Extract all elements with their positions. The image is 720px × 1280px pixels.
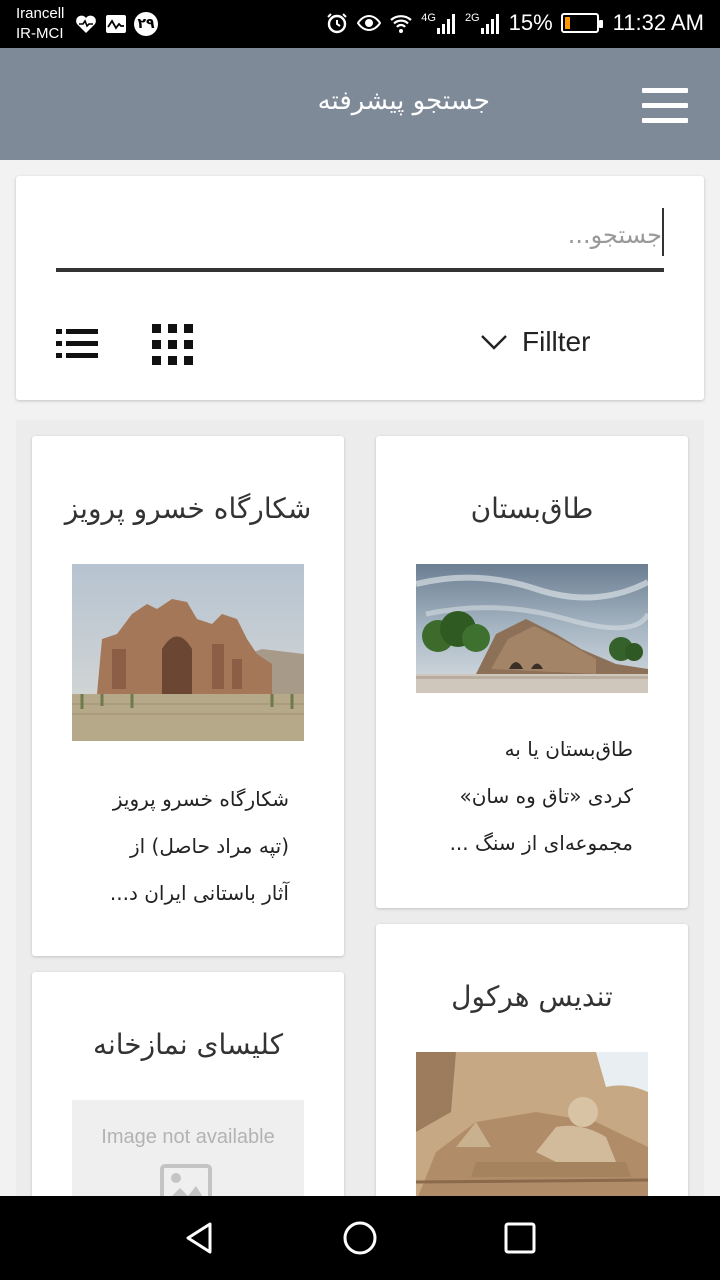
filter-label: Fillter [522,326,591,357]
image-unavailable-text: Image not available [101,1126,275,1148]
filter-dropdown[interactable]: Fillter [480,324,590,360]
signal-2g: 2G [465,12,501,34]
card-description-line: طاق‌بستان یا به [504,737,633,761]
card-description-line: شکارگاه خسرو پرویز [112,787,289,811]
carrier-line-1: Irancell [16,5,65,22]
place-card[interactable]: طاق‌بستان طاق [376,436,688,908]
signal-bars-icon [480,14,499,34]
card-description-line: مجموعه‌ای از سنگ ... [449,831,633,855]
notification-icons: ۲۹ [74,12,158,36]
eye-comfort-icon [357,14,382,32]
clock: 11:32 AM [612,10,704,35]
battery-fill [564,17,570,29]
system-navigation-bar [0,1196,720,1280]
home-icon[interactable] [340,1218,380,1258]
search-input[interactable] [56,202,664,272]
list-view-icon[interactable] [56,328,98,360]
card-title: شکارگاه خسرو پرویز [64,492,312,525]
carrier-line-2: IR-MCI [16,25,64,42]
menu-bar-line [642,103,688,108]
taq-bostan-photo [416,564,648,693]
page-title: جستجو پیشرفته [317,86,490,116]
wifi-icon [390,15,412,33]
card-image [72,564,304,741]
back-icon[interactable] [180,1218,220,1258]
battery-percent: 15% [508,10,553,35]
signal-2g-label: 2G [464,12,480,24]
text-cursor [662,208,664,256]
health-heart-icon [76,15,96,33]
image-placeholder-icon [160,1164,212,1196]
notification-count-badge: ۲۹ [134,12,158,36]
carrier-label: Irancell IR-MCI [16,4,64,44]
status-bar: Irancell IR-MCI ۲۹ 4G 2G 15% 11:32 AM [0,0,720,48]
hamburger-menu-icon[interactable] [642,88,688,124]
results-grid: طاق‌بستان طاق [16,420,704,1196]
recent-apps-icon[interactable] [500,1218,540,1258]
hercules-statue-photo [416,1052,648,1196]
signal-4g-label: 4G [421,12,436,24]
card-description-line: آثار باستانی ایران د... [109,881,289,905]
battery-icon [560,13,603,33]
chevron-down-icon [481,335,507,350]
card-description: شکارگاه خسرو پرویز (تپه مراد حاصل) از آث… [79,776,289,917]
signal-4g: 4G [421,12,457,34]
card-title: تندیس هرکول [451,980,613,1013]
place-card[interactable]: کلیسای نمازخانه Image not available [32,972,344,1196]
khosrow-ruins-photo [72,564,304,741]
search-panel: Fillter [16,176,704,400]
place-card[interactable]: تندیس هرکول [376,924,688,1196]
place-card[interactable]: شکارگاه خسرو پرویز شکارگاه خسرو پرویز (ت… [32,436,344,956]
app-bar: جستجو پیشرفته [0,48,720,160]
card-image [416,1052,648,1196]
alarm-clock-icon [327,13,347,34]
activity-icon [106,15,126,33]
menu-bar-line [642,118,688,123]
card-description-line: (تپه مراد حاصل) از [129,834,289,858]
grid-view-icon[interactable] [152,324,194,366]
menu-bar-line [642,88,688,93]
card-description: طاق‌بستان یا به کردی «تاق وه سان» مجموعه… [423,726,633,867]
card-title: کلیسای نمازخانه [92,1028,284,1061]
status-right: 4G 2G 15% 11:32 AM [325,10,704,36]
card-description-line: کردی «تاق وه سان» [459,784,633,808]
signal-bars-icon [436,14,455,34]
card-image [416,564,648,693]
image-placeholder: Image not available [72,1100,304,1196]
card-title: طاق‌بستان [470,492,594,525]
